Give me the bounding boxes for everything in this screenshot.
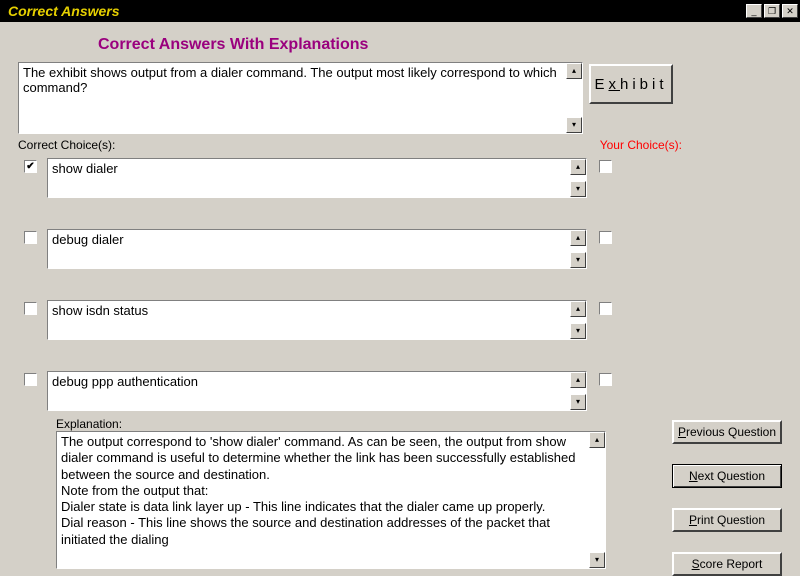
scroll-down-icon[interactable]: ▾	[570, 323, 586, 339]
correct-checkbox-1[interactable]	[24, 231, 37, 244]
choice-row-1: debug dialer ▴ ▾	[18, 229, 782, 269]
your-checkbox-0[interactable]	[599, 160, 612, 173]
scroll-up-icon[interactable]: ▴	[570, 301, 586, 317]
correct-checkbox-3[interactable]	[24, 373, 37, 386]
choice-text-0[interactable]: show dialer ▴ ▾	[47, 158, 587, 198]
your-choices-label: Your Choice(s):	[600, 138, 682, 152]
correct-checkbox-2[interactable]	[24, 302, 37, 315]
scroll-down-icon[interactable]: ▾	[570, 394, 586, 410]
choice-row-0: ✔ show dialer ▴ ▾	[18, 158, 782, 198]
labels-row: Correct Choice(s): Your Choice(s):	[18, 138, 782, 152]
next-question-button[interactable]: Next Question	[672, 464, 782, 488]
exhibit-label: Exhibit	[594, 76, 667, 93]
titlebar: Correct Answers _ ❐ ✕	[0, 0, 800, 22]
scroll-up-icon[interactable]: ▴	[570, 372, 586, 388]
choice-row-3: debug ppp authentication ▴ ▾	[18, 371, 782, 411]
restore-button[interactable]: ❐	[764, 4, 780, 18]
explanation-content: The output correspond to 'show dialer' c…	[61, 434, 601, 548]
your-checkbox-1[interactable]	[599, 231, 612, 244]
page-subtitle: Correct Answers With Explanations	[98, 36, 800, 54]
choice-text-1[interactable]: debug dialer ▴ ▾	[47, 229, 587, 269]
scroll-up-icon[interactable]: ▴	[570, 230, 586, 246]
choice-text-2[interactable]: show isdn status ▴ ▾	[47, 300, 587, 340]
question-content: The exhibit shows output from a dialer c…	[23, 65, 557, 95]
your-checkbox-3[interactable]	[599, 373, 612, 386]
choice-row-2: show isdn status ▴ ▾	[18, 300, 782, 340]
scroll-up-icon[interactable]: ▴	[589, 432, 605, 448]
main-panel: The exhibit shows output from a dialer c…	[0, 62, 800, 569]
your-checkbox-2[interactable]	[599, 302, 612, 315]
scroll-up-icon[interactable]: ▴	[566, 63, 582, 79]
choice-content-1: debug dialer	[52, 232, 124, 247]
previous-question-button[interactable]: Previous Question	[672, 420, 782, 444]
exhibit-button[interactable]: Exhibit	[589, 64, 673, 104]
choice-text-3[interactable]: debug ppp authentication ▴ ▾	[47, 371, 587, 411]
correct-choices-label: Correct Choice(s):	[18, 138, 115, 152]
print-question-button[interactable]: Print Question	[672, 508, 782, 532]
close-button[interactable]: ✕	[782, 4, 798, 18]
explanation-text[interactable]: The output correspond to 'show dialer' c…	[56, 431, 606, 569]
score-report-button[interactable]: Score Report	[672, 552, 782, 576]
scroll-down-icon[interactable]: ▾	[570, 252, 586, 268]
minimize-button[interactable]: _	[746, 4, 762, 18]
question-text[interactable]: The exhibit shows output from a dialer c…	[18, 62, 583, 134]
window-controls: _ ❐ ✕	[746, 4, 798, 18]
choice-content-3: debug ppp authentication	[52, 374, 198, 389]
question-row: The exhibit shows output from a dialer c…	[18, 62, 782, 134]
choice-content-0: show dialer	[52, 161, 118, 176]
scroll-up-icon[interactable]: ▴	[570, 159, 586, 175]
window-title: Correct Answers	[8, 3, 120, 19]
scroll-down-icon[interactable]: ▾	[566, 117, 582, 133]
correct-checkbox-0[interactable]: ✔	[24, 160, 37, 173]
scroll-down-icon[interactable]: ▾	[570, 181, 586, 197]
side-buttons: Previous Question Next Question Print Qu…	[672, 420, 782, 576]
choice-content-2: show isdn status	[52, 303, 148, 318]
scroll-down-icon[interactable]: ▾	[589, 552, 605, 568]
